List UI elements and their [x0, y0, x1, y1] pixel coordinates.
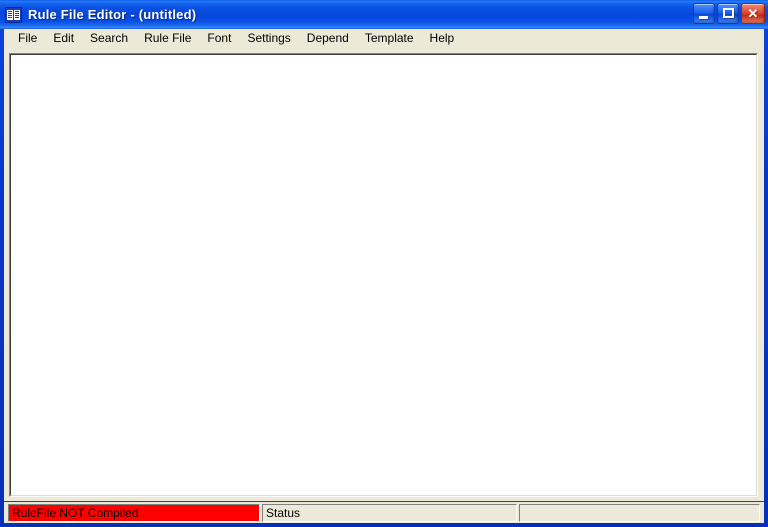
menu-item-file[interactable]: File	[10, 30, 45, 47]
menu-item-settings[interactable]: Settings	[239, 30, 298, 47]
menu-item-help[interactable]: Help	[422, 30, 463, 47]
status-text: Status	[266, 506, 301, 520]
menu-item-edit[interactable]: Edit	[45, 30, 82, 47]
status-panel-extra	[519, 504, 760, 522]
book-pages-icon	[5, 6, 22, 23]
menu-bar: File Edit Search Rule File Font Settings…	[4, 29, 764, 49]
menu-item-font[interactable]: Font	[199, 30, 239, 47]
minimize-icon	[699, 16, 708, 19]
status-panel-compile-state: RuleFile NOT Compiled	[8, 504, 260, 522]
window-controls: ✕	[693, 3, 765, 24]
application-window: Rule File Editor - (untitled) ✕ File Edi…	[0, 0, 768, 527]
text-editor-surface[interactable]	[10, 54, 757, 496]
menu-item-template[interactable]: Template	[357, 30, 422, 47]
compile-state-text: RuleFile NOT Compiled	[12, 506, 139, 520]
minimize-button[interactable]	[693, 3, 715, 24]
text-editor-content[interactable]	[11, 55, 756, 59]
close-button[interactable]: ✕	[741, 3, 765, 24]
client-area: RuleFile NOT Compiled Status	[4, 49, 764, 523]
window-title: Rule File Editor - (untitled)	[28, 6, 197, 22]
title-bar[interactable]: Rule File Editor - (untitled) ✕	[0, 0, 768, 29]
menu-item-search[interactable]: Search	[82, 30, 136, 47]
status-panel-status: Status	[262, 504, 517, 522]
menu-item-depend[interactable]: Depend	[299, 30, 357, 47]
maximize-button[interactable]	[717, 3, 739, 24]
maximize-icon	[723, 8, 734, 18]
text-editor[interactable]	[9, 53, 758, 497]
menu-item-rule-file[interactable]: Rule File	[136, 30, 199, 47]
close-icon: ✕	[747, 6, 759, 21]
status-bar: RuleFile NOT Compiled Status	[4, 501, 764, 523]
